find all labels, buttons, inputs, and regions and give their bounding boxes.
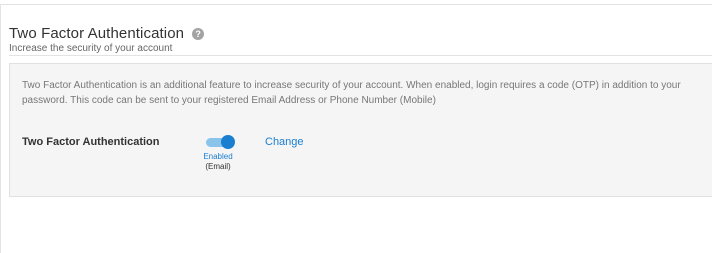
toggle-knob <box>221 135 235 149</box>
top-divider <box>0 4 712 5</box>
change-link[interactable]: Change <box>265 136 304 148</box>
two-factor-label: Two Factor Authentication <box>22 136 160 148</box>
help-icon[interactable]: ? <box>192 28 205 40</box>
toggle-method-text: (Email) <box>205 162 231 171</box>
toggle-status-text: Enabled <box>203 152 233 161</box>
header-divider <box>9 55 712 56</box>
title-row: Two Factor Authentication ? <box>9 25 712 42</box>
two-factor-toggle[interactable] <box>206 135 235 149</box>
section-header: Two Factor Authentication ? Increase the… <box>9 25 712 56</box>
two-factor-panel: Two Factor Authentication is an addition… <box>9 63 712 197</box>
two-factor-description: Two Factor Authentication is an addition… <box>22 80 681 106</box>
left-divider <box>0 4 1 253</box>
page-subtitle: Increase the security of your account <box>9 43 173 54</box>
page-title: Two Factor Authentication <box>9 25 185 42</box>
